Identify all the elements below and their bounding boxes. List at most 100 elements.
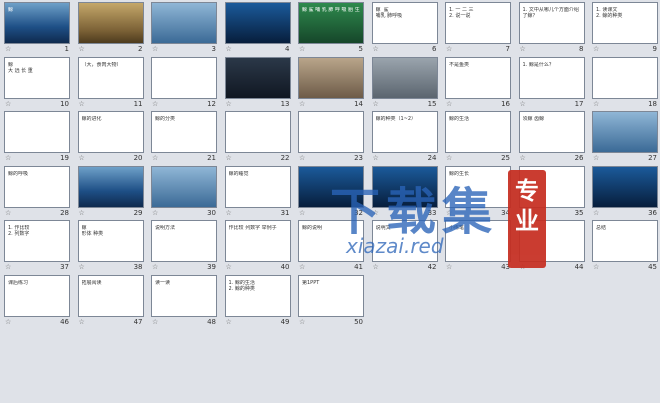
slide-thumbnail[interactable]: 鲸的呼吸 ☆ 28 bbox=[4, 165, 70, 221]
slide-thumbnail[interactable]: 鲸 ☆ 1 bbox=[4, 2, 70, 57]
slide-preview[interactable]: 鲸的生活 bbox=[445, 111, 511, 153]
slide-thumbnail[interactable]: 1. 一 二 三 2. 说一说 ☆ 7 bbox=[445, 2, 511, 57]
slide-transition-icon[interactable]: ☆ bbox=[5, 154, 11, 163]
slide-transition-icon[interactable]: ☆ bbox=[299, 100, 305, 109]
slide-thumbnail[interactable]: 拓展阅读 ☆ 47 bbox=[77, 274, 144, 330]
slide-transition-icon[interactable]: ☆ bbox=[5, 45, 11, 54]
slide-transition-icon[interactable]: ☆ bbox=[520, 154, 526, 163]
slide-preview[interactable] bbox=[592, 165, 658, 208]
slide-preview[interactable]: 1. 文中从哪几个方面介绍了鲸？ bbox=[518, 2, 585, 44]
slide-transition-icon[interactable]: ☆ bbox=[373, 45, 379, 54]
slide-transition-icon[interactable]: ☆ bbox=[5, 100, 11, 109]
slide-thumbnail[interactable]: 课后练习 ☆ 46 bbox=[4, 274, 70, 330]
slide-preview[interactable] bbox=[151, 56, 217, 99]
slide-transition-icon[interactable]: ☆ bbox=[593, 154, 599, 163]
slide-transition-icon[interactable]: ☆ bbox=[593, 100, 599, 109]
slide-transition-icon[interactable]: ☆ bbox=[79, 154, 85, 163]
slide-thumbnail[interactable]: ☆ 30 bbox=[151, 165, 217, 221]
slide-thumbnail[interactable]: ☆ 19 bbox=[4, 111, 70, 166]
slide-thumbnail[interactable]: 鲸的种类（1~2） ☆ 24 bbox=[371, 111, 438, 166]
slide-preview[interactable] bbox=[4, 111, 70, 153]
slide-preview[interactable]: 鲸 鲨 哺 乳 肺 呼 吸 胎 生 bbox=[298, 2, 364, 44]
slide-preview[interactable]: 鲸 鲨 哺乳 肺呼吸 bbox=[371, 2, 438, 44]
slide-thumbnail[interactable]: 总结 ☆ 45 bbox=[592, 220, 658, 275]
slide-transition-icon[interactable]: ☆ bbox=[152, 100, 158, 109]
slide-preview[interactable]: （大，食肉大物） bbox=[77, 56, 144, 99]
slide-preview[interactable]: 课后练习 bbox=[4, 274, 70, 317]
slide-preview[interactable]: 第1PPT bbox=[298, 274, 364, 317]
slide-thumbnail[interactable]: ☆ 36 bbox=[592, 165, 658, 221]
slide-thumbnail[interactable]: ☆ 22 bbox=[224, 111, 291, 166]
slide-transition-icon[interactable]: ☆ bbox=[299, 263, 305, 272]
slide-thumbnail[interactable]: ☆ 14 bbox=[298, 56, 364, 112]
slide-preview[interactable] bbox=[151, 2, 217, 44]
slide-preview[interactable] bbox=[298, 56, 364, 99]
slide-preview[interactable] bbox=[224, 111, 291, 153]
slide-preview[interactable]: 不是鱼类 bbox=[445, 56, 511, 99]
slide-thumbnail[interactable]: ☆ 2 bbox=[77, 2, 144, 57]
slide-transition-icon[interactable]: ☆ bbox=[5, 263, 11, 272]
slide-transition-icon[interactable]: ☆ bbox=[5, 209, 11, 218]
slide-preview[interactable]: 1. 作比较 2. 列数字 bbox=[4, 220, 70, 262]
slide-transition-icon[interactable]: ☆ bbox=[446, 154, 452, 163]
slide-transition-icon[interactable]: ☆ bbox=[152, 154, 158, 163]
slide-thumbnail[interactable]: 读一读 ☆ 48 bbox=[151, 274, 217, 330]
slide-transition-icon[interactable]: ☆ bbox=[79, 209, 85, 218]
slide-transition-icon[interactable]: ☆ bbox=[226, 209, 232, 218]
slide-preview[interactable] bbox=[592, 111, 658, 153]
slide-preview[interactable]: 鲸的睡觉 bbox=[224, 165, 291, 208]
slide-thumbnail[interactable]: ☆ 15 bbox=[371, 56, 438, 112]
slide-preview[interactable]: 1. 鲸的生活 2. 鲸的种类 bbox=[224, 274, 291, 317]
slide-transition-icon[interactable]: ☆ bbox=[373, 263, 379, 272]
slide-thumbnail[interactable]: ☆ 27 bbox=[592, 111, 658, 166]
slide-transition-icon[interactable]: ☆ bbox=[446, 263, 452, 272]
slide-thumbnail[interactable]: 不是鱼类 ☆ 16 bbox=[445, 56, 511, 112]
slide-thumbnail[interactable]: 鲸的生活 ☆ 25 bbox=[445, 111, 511, 166]
slide-preview[interactable]: 鲸的种类（1~2） bbox=[371, 111, 438, 153]
slide-transition-icon[interactable]: ☆ bbox=[152, 209, 158, 218]
slide-transition-icon[interactable]: ☆ bbox=[226, 100, 232, 109]
slide-thumbnail[interactable]: 1. 读课文 2. 鲸的种类 ☆ 9 bbox=[592, 2, 658, 57]
slide-transition-icon[interactable]: ☆ bbox=[226, 45, 232, 54]
slide-transition-icon[interactable]: ☆ bbox=[593, 209, 599, 218]
slide-preview[interactable] bbox=[151, 165, 217, 208]
slide-thumbnail[interactable]: 1. 鲸是什么？ ☆ 17 bbox=[518, 56, 585, 112]
slide-transition-icon[interactable]: ☆ bbox=[520, 100, 526, 109]
slide-transition-icon[interactable]: ☆ bbox=[5, 318, 11, 327]
slide-preview[interactable] bbox=[77, 165, 144, 208]
slide-transition-icon[interactable]: ☆ bbox=[152, 45, 158, 54]
slide-transition-icon[interactable]: ☆ bbox=[226, 263, 232, 272]
slide-thumbnail[interactable]: 鲸的进化 ☆ 20 bbox=[77, 111, 144, 166]
slide-transition-icon[interactable]: ☆ bbox=[79, 263, 85, 272]
slide-thumbnail[interactable]: 1. 鲸的生活 2. 鲸的种类 ☆ 49 bbox=[224, 274, 291, 330]
slide-preview[interactable]: 鲸 形体 种类 bbox=[77, 220, 144, 262]
slide-thumbnail[interactable]: 1. 文中从哪几个方面介绍了鲸？ ☆ 8 bbox=[518, 2, 585, 57]
slide-thumbnail[interactable]: ☆ 3 bbox=[151, 2, 217, 57]
slide-preview[interactable]: 说明方法 bbox=[151, 220, 217, 262]
slide-transition-icon[interactable]: ☆ bbox=[226, 318, 232, 327]
slide-thumbnail[interactable]: 须鲸 齿鲸 ☆ 26 bbox=[518, 111, 585, 166]
slide-preview[interactable] bbox=[592, 56, 658, 99]
slide-preview[interactable]: 作比较 列数字 举例子 bbox=[224, 220, 291, 262]
slide-transition-icon[interactable]: ☆ bbox=[446, 45, 452, 54]
slide-thumbnail[interactable]: 鲸的睡觉 ☆ 31 bbox=[224, 165, 291, 221]
slide-transition-icon[interactable]: ☆ bbox=[373, 154, 379, 163]
slide-preview[interactable]: 总结 bbox=[592, 220, 658, 262]
slide-preview[interactable]: 鲸 大 远 长 重 bbox=[4, 56, 70, 99]
slide-thumbnail[interactable]: 鲸 大 远 长 重 ☆ 10 bbox=[4, 56, 70, 112]
slide-preview[interactable]: 拓展阅读 bbox=[77, 274, 144, 317]
slide-thumbnail[interactable]: 作比较 列数字 举例子 ☆ 40 bbox=[224, 220, 291, 275]
slide-transition-icon[interactable]: ☆ bbox=[79, 45, 85, 54]
slide-thumbnail[interactable]: ☆ 18 bbox=[592, 56, 658, 112]
slide-preview[interactable] bbox=[77, 2, 144, 44]
slide-thumbnail[interactable]: ☆ 4 bbox=[224, 2, 291, 57]
slide-preview[interactable] bbox=[298, 111, 364, 153]
slide-preview[interactable]: 鲸的进化 bbox=[77, 111, 144, 153]
slide-preview[interactable] bbox=[371, 56, 438, 99]
slide-thumbnail[interactable]: （大，食肉大物） ☆ 11 bbox=[77, 56, 144, 112]
slide-thumbnail[interactable]: ☆ 29 bbox=[77, 165, 144, 221]
slide-preview[interactable]: 1. 一 二 三 2. 说一说 bbox=[445, 2, 511, 44]
slide-thumbnail[interactable]: 第1PPT ☆ 50 bbox=[298, 274, 364, 330]
slide-thumbnail[interactable]: ☆ 23 bbox=[298, 111, 364, 166]
slide-preview[interactable]: 1. 读课文 2. 鲸的种类 bbox=[592, 2, 658, 44]
